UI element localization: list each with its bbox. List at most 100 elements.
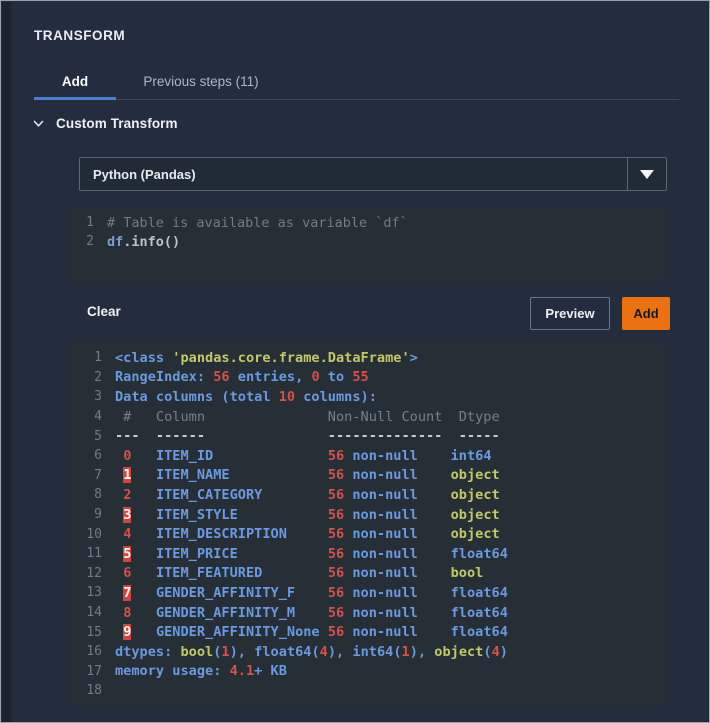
code-token: ( bbox=[311, 643, 320, 660]
code-token: ITEM_PRICE bbox=[155, 545, 328, 562]
code-token: ITEM_FEATURED bbox=[155, 565, 328, 582]
code-token: 0 bbox=[311, 369, 320, 386]
line-number: 7 bbox=[94, 467, 102, 483]
line-number: 10 bbox=[86, 526, 102, 542]
line-content: dtypes: bool(1), float64(4), int64(1), o… bbox=[115, 644, 508, 660]
code-token: ( bbox=[393, 643, 402, 660]
line-content: 2 ITEM_CATEGORY 56 non-null object bbox=[115, 487, 500, 503]
code-token: GENDER_AFFINITY_None bbox=[155, 624, 328, 641]
code-token: object bbox=[450, 526, 500, 543]
code-token: non-null bbox=[344, 545, 451, 562]
line-content: 4 ITEM_DESCRIPTION 56 non-null object bbox=[115, 526, 500, 542]
code-line: 10 4 ITEM_DESCRIPTION 56 non-null object bbox=[67, 524, 669, 544]
code-line: 2 df.info() bbox=[67, 232, 669, 251]
language-select-value: Python (Pandas) bbox=[93, 166, 196, 182]
code-token: 56 bbox=[213, 369, 230, 386]
code-token: # Column Non-Null Count Dtype bbox=[115, 408, 500, 425]
code-token: non-null bbox=[344, 584, 451, 601]
code-token: 4 bbox=[491, 643, 500, 660]
clear-button[interactable]: Clear bbox=[87, 304, 121, 319]
code-token: # Table is available as variable `df` bbox=[107, 214, 408, 231]
code-line: 11 5 ITEM_PRICE 56 non-null float64 bbox=[67, 544, 669, 564]
line-number: 18 bbox=[86, 683, 102, 699]
code-token: > bbox=[409, 349, 418, 366]
line-number: 2 bbox=[86, 234, 94, 249]
transform-panel: TRANSFORM Add Previous steps (11) Custom… bbox=[0, 0, 710, 723]
code-line: 13 7 GENDER_AFFINITY_F 56 non-null float… bbox=[67, 583, 669, 603]
code-token: 56 bbox=[327, 526, 345, 543]
language-select[interactable]: Python (Pandas) bbox=[79, 157, 667, 191]
code-token: object bbox=[450, 467, 500, 484]
code-token: <class bbox=[115, 349, 173, 366]
line-content: 0 ITEM_ID 56 non-null int64 bbox=[115, 447, 491, 464]
line-number: 1 bbox=[94, 350, 102, 366]
line-number: 15 bbox=[86, 624, 102, 640]
code-token: + KB bbox=[254, 663, 287, 680]
code-token: 4 bbox=[319, 643, 328, 660]
page-title: TRANSFORM bbox=[34, 28, 126, 43]
line-number: 3 bbox=[94, 389, 102, 405]
code-token: non-null bbox=[344, 467, 451, 484]
code-token: .info() bbox=[123, 233, 181, 250]
code-token: 56 bbox=[327, 467, 345, 484]
line-content: memory usage: 4.1+ KB bbox=[115, 663, 287, 679]
code-token: ) bbox=[499, 643, 508, 660]
code-token: non-null bbox=[344, 447, 451, 464]
code-token: object bbox=[434, 643, 484, 660]
code-token: 56 bbox=[327, 545, 345, 562]
line-number: 8 bbox=[94, 487, 102, 503]
code-token: object bbox=[450, 486, 500, 503]
caret-down-icon[interactable] bbox=[627, 158, 666, 190]
code-token: GENDER_AFFINITY_M bbox=[155, 604, 328, 621]
line-content: --- ------ -------------- ----- bbox=[115, 428, 500, 444]
code-token: float64 bbox=[450, 545, 508, 562]
code-token: ITEM_STYLE bbox=[155, 506, 328, 523]
preview-button[interactable]: Preview bbox=[530, 297, 610, 330]
code-token: 'pandas.core.frame.DataFrame' bbox=[172, 349, 410, 366]
code-token: 55 bbox=[352, 369, 369, 386]
add-button[interactable]: Add bbox=[622, 297, 670, 330]
code-token: 56 bbox=[327, 486, 345, 503]
code-token: non-null bbox=[344, 486, 451, 503]
code-input[interactable]: 1 # Table is available as variable `df` 2 d… bbox=[67, 207, 669, 281]
line-content: 5 ITEM_PRICE 56 non-null float64 bbox=[115, 545, 508, 562]
code-line: 14 8 GENDER_AFFINITY_M 56 non-null float… bbox=[67, 603, 669, 623]
code-token: 1 bbox=[401, 643, 410, 660]
code-token: columns): bbox=[295, 388, 377, 405]
chevron-down-icon bbox=[32, 117, 45, 130]
code-token: float64 bbox=[450, 624, 508, 641]
line-number: 16 bbox=[86, 644, 102, 660]
tab-add[interactable]: Add bbox=[34, 67, 116, 100]
code-token: object bbox=[450, 506, 500, 523]
code-token: ITEM_DESCRIPTION bbox=[155, 526, 328, 543]
code-line: 9 3 ITEM_STYLE 56 non-null object bbox=[67, 505, 669, 525]
tab-previous-steps[interactable]: Previous steps (11) bbox=[116, 67, 286, 100]
code-token: Data columns (total bbox=[115, 388, 279, 405]
code-token: entries, bbox=[229, 369, 312, 386]
code-line: 15 9 GENDER_AFFINITY_None 56 non-null fl… bbox=[67, 622, 669, 642]
code-line: 1 <class 'pandas.core.frame.DataFrame'> bbox=[67, 348, 669, 368]
code-token: ITEM_NAME bbox=[155, 467, 328, 484]
line-content: 3 ITEM_STYLE 56 non-null object bbox=[115, 506, 500, 523]
code-line: 16 dtypes: bool(1), float64(4), int64(1),… bbox=[67, 642, 669, 662]
line-number: 5 bbox=[94, 428, 102, 444]
code-token: 56 bbox=[327, 447, 345, 464]
code-line: 2 RangeIndex: 56 entries, 0 to 55 bbox=[67, 368, 669, 388]
code-token: 56 bbox=[327, 565, 345, 582]
code-line: 12 6 ITEM_FEATURED 56 non-null bool bbox=[67, 564, 669, 584]
section-header-custom-transform[interactable]: Custom Transform bbox=[32, 116, 178, 131]
code-token: bool bbox=[180, 643, 214, 660]
code-token: --- ------ -------------- ----- bbox=[115, 428, 500, 445]
code-token: bool bbox=[450, 565, 484, 582]
